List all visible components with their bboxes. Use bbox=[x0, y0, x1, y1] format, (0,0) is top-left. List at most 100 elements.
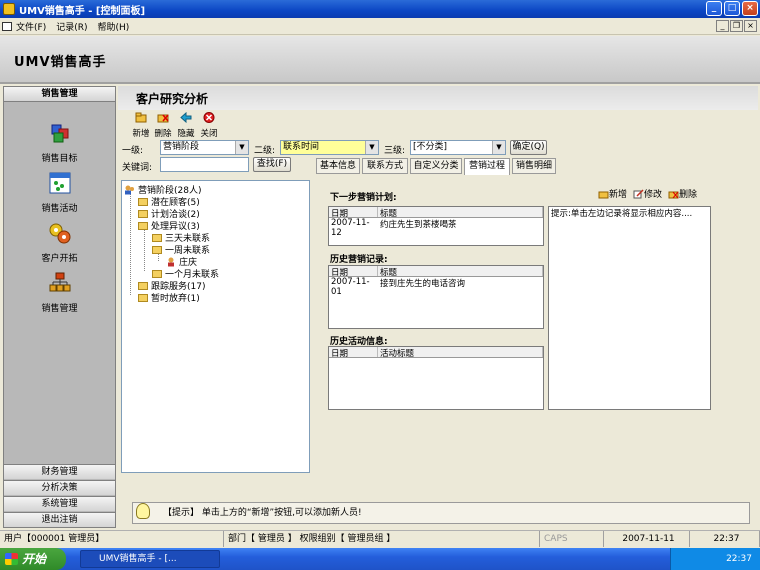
cell-title: 接到庄先生的电话咨询 bbox=[380, 279, 466, 289]
menu-file[interactable]: 文件(F) bbox=[16, 20, 46, 33]
nav-finance[interactable]: 财务管理 bbox=[4, 464, 115, 479]
person-icon bbox=[168, 257, 174, 266]
toolbar-delete-button[interactable]: 删除 bbox=[152, 112, 174, 139]
folder-icon bbox=[138, 293, 148, 302]
keyword-label: 关键词: bbox=[122, 163, 153, 173]
nav-logout[interactable]: 退出注销 bbox=[4, 512, 115, 527]
app-icon bbox=[3, 3, 15, 15]
level3-label: 三级: bbox=[384, 146, 406, 156]
cell-date: 2007-11-12 bbox=[331, 218, 370, 238]
people-icon bbox=[125, 185, 134, 194]
mdi-close-button[interactable]: × bbox=[744, 20, 757, 32]
action-delete-button[interactable]: 删除 bbox=[668, 187, 697, 200]
level1-label: 一级: bbox=[122, 146, 144, 156]
action-edit-button[interactable]: 修改 bbox=[633, 187, 662, 200]
status-user: 用户【000001 管理员】 bbox=[0, 531, 224, 547]
page-title-bar: 客户研究分析 bbox=[118, 86, 758, 110]
chevron-down-icon[interactable]: ▼ bbox=[365, 141, 378, 154]
mdi-minimize-button[interactable]: _ bbox=[716, 20, 729, 32]
nav-item-sales-mgmt[interactable]: 销售管理 bbox=[4, 271, 115, 314]
status-time: 22:37 bbox=[690, 531, 760, 547]
table-row[interactable]: 2007-11-12 约庄先生到茶楼喝茶 bbox=[329, 218, 543, 238]
tip-text: 【提示】 单击上方的“新增”按钮,可以添加新人员! bbox=[132, 502, 750, 524]
mdi-window-icon[interactable] bbox=[2, 21, 12, 31]
edit-icon bbox=[633, 188, 644, 198]
history-grid[interactable]: 日期 标题 2007-11-01 接到庄先生的电话咨询 bbox=[328, 265, 544, 329]
tab-basic-info[interactable]: 基本信息 bbox=[316, 158, 360, 174]
nav-label: 销售管理 bbox=[41, 304, 78, 314]
level3-value: [不分类] bbox=[413, 142, 448, 152]
mdi-restore-button[interactable]: ❐ bbox=[730, 20, 743, 32]
tab-custom-category[interactable]: 自定义分类 bbox=[410, 158, 462, 174]
chevron-down-icon[interactable]: ▼ bbox=[492, 141, 505, 154]
nav-item-customer-dev[interactable]: 客户开拓 bbox=[4, 221, 115, 264]
menu-help[interactable]: 帮助(H) bbox=[97, 20, 129, 33]
level1-select[interactable]: 营销阶段 ▼ bbox=[160, 140, 249, 155]
cubes-icon bbox=[51, 124, 68, 143]
nav-label: 销售活动 bbox=[41, 204, 78, 214]
nav-analysis[interactable]: 分析决策 bbox=[4, 480, 115, 495]
toolbar-hide-button[interactable]: 隐藏 bbox=[175, 111, 197, 139]
tab-marketing-process[interactable]: 营销过程 bbox=[464, 158, 510, 175]
action-new-button[interactable]: 新增 bbox=[598, 187, 627, 200]
activity-grid[interactable]: 日期 活动标题 bbox=[328, 346, 544, 410]
menu-bar: 文件(F) 记录(R) 帮助(H) _ ❐ × bbox=[0, 18, 760, 35]
next-plan-grid[interactable]: 日期 标题 2007-11-12 约庄先生到茶楼喝茶 bbox=[328, 206, 544, 246]
grid-header: 日期 标题 bbox=[329, 266, 543, 278]
tab-contact[interactable]: 联系方式 bbox=[362, 158, 408, 174]
taskbar-app-button[interactable]: UMV销售高手 - [... bbox=[80, 550, 220, 568]
level1-value: 营销阶段 bbox=[163, 142, 200, 152]
category-tree[interactable]: 营销阶段(28人) 潜在顾客(5) 计划洽谈(2) 处理异议(3) 三天未联系 … bbox=[121, 180, 310, 473]
nav-header-sales[interactable]: 销售管理 bbox=[4, 87, 115, 102]
folder-delete-icon bbox=[157, 114, 169, 123]
tip-bar: 【提示】 单击上方的“新增”按钮,可以添加新人员! bbox=[118, 496, 758, 528]
app-header: UMV销售高手 bbox=[0, 36, 760, 84]
folder-icon bbox=[152, 269, 162, 278]
nav-item-sales-target[interactable]: 销售目标 bbox=[4, 121, 115, 164]
folder-icon bbox=[138, 209, 148, 218]
system-tray: 22:37 bbox=[670, 548, 760, 570]
nav-label: 销售目标 bbox=[41, 154, 78, 164]
window-titlebar: UMV销售高手 - [控制面板] _ □ × bbox=[0, 0, 760, 18]
level3-select[interactable]: [不分类] ▼ bbox=[410, 140, 506, 155]
close-circle-icon bbox=[203, 112, 215, 123]
tab-sales-detail[interactable]: 销售明细 bbox=[512, 158, 556, 174]
maximize-button[interactable]: □ bbox=[724, 1, 740, 16]
folder-open-icon bbox=[138, 221, 148, 230]
confirm-button[interactable]: 确定(Q) bbox=[510, 140, 547, 155]
detail-text-area[interactable]: 提示:单击左边记录将显示相应内容.... bbox=[548, 206, 711, 410]
cell-date: 2007-11-01 bbox=[331, 277, 370, 297]
nav-label: 客户开拓 bbox=[41, 254, 78, 264]
left-nav: 销售管理 销售目标 销售活动 客户开拓 销售管理 财务管理 分析决策 系统管理 … bbox=[3, 86, 116, 528]
folder-new-icon bbox=[598, 191, 609, 198]
status-dept: 部门【 管理员 】 权限组别【 管理员组 】 bbox=[224, 531, 540, 547]
level2-label: 二级: bbox=[254, 146, 276, 156]
toolbar-new-button[interactable]: 新增 bbox=[130, 112, 152, 139]
chevron-down-icon[interactable]: ▼ bbox=[235, 141, 248, 154]
minimize-button[interactable]: _ bbox=[706, 1, 722, 16]
close-button[interactable]: × bbox=[742, 1, 758, 16]
folder-icon bbox=[138, 197, 148, 206]
status-bar: 用户【000001 管理员】 部门【 管理员 】 权限组别【 管理员组 】 CA… bbox=[0, 530, 760, 547]
toolbar-close-button[interactable]: 关闭 bbox=[198, 112, 220, 139]
cell-title: 约庄先生到茶楼喝茶 bbox=[380, 220, 457, 230]
folder-open-icon bbox=[152, 245, 162, 254]
start-button[interactable]: 开始 bbox=[0, 548, 66, 570]
calendar-icon bbox=[49, 172, 70, 194]
tree-node[interactable]: 暂时放弃(1) bbox=[138, 291, 200, 304]
keyword-input[interactable] bbox=[160, 157, 249, 172]
menu-record[interactable]: 记录(R) bbox=[56, 20, 87, 33]
table-row[interactable]: 2007-11-01 接到庄先生的电话咨询 bbox=[329, 277, 543, 297]
col-date: 日期 bbox=[329, 207, 378, 219]
search-button[interactable]: 查找(F) bbox=[253, 157, 291, 172]
folder-new-icon bbox=[135, 112, 147, 123]
tray-clock: 22:37 bbox=[726, 554, 752, 564]
folder-delete-icon bbox=[668, 191, 679, 198]
nav-item-sales-activity[interactable]: 销售活动 bbox=[4, 171, 115, 214]
taskbar: 开始 UMV销售高手 - [... 22:37 bbox=[0, 548, 760, 570]
next-plan-title: 下一步营销计划: bbox=[330, 193, 397, 203]
nav-system[interactable]: 系统管理 bbox=[4, 496, 115, 511]
col-title: 标题 bbox=[378, 207, 543, 219]
level2-select[interactable]: 联系时间 ▼ bbox=[280, 140, 379, 155]
folder-icon bbox=[152, 233, 162, 242]
